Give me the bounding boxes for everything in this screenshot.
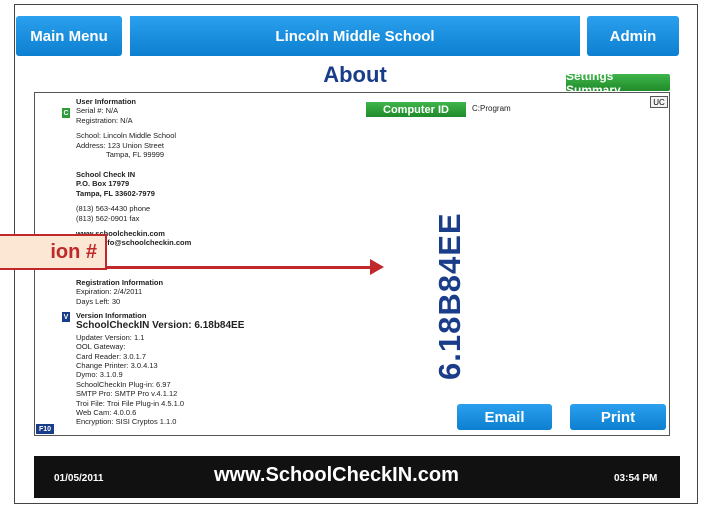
serial-text: Serial #: N/A bbox=[76, 106, 119, 116]
updater-version: Updater Version: 1.1 bbox=[76, 332, 145, 342]
expiration-text: Expiration: 2/4/2011 bbox=[76, 287, 143, 297]
computer-id-value: C:Program bbox=[472, 104, 511, 113]
user-info-icon[interactable]: C bbox=[62, 108, 70, 118]
version-info-heading: Version Information bbox=[76, 311, 147, 320]
registration-text: Registration: N/A bbox=[76, 115, 133, 125]
registration-info-block: Registration Information Expiration: 2/4… bbox=[76, 278, 163, 306]
version-info-icon[interactable]: V bbox=[62, 312, 70, 322]
address-line2: Tampa, FL 99999 bbox=[106, 149, 165, 159]
page-title: About bbox=[323, 62, 387, 87]
smtp-version: SMTP Pro: SMTP Pro v.4.1.12 bbox=[76, 389, 178, 399]
version-info-block: Version Information SchoolCheckIN Versio… bbox=[76, 311, 244, 427]
webcam-version: Web Cam: 4.0.0.6 bbox=[76, 407, 137, 417]
callout-arrow-line bbox=[107, 266, 377, 269]
version-number-large: 6.18B84EE bbox=[432, 212, 467, 380]
footer-date: 01/05/2011 bbox=[54, 473, 104, 484]
days-left-text: Days Left: 30 bbox=[76, 296, 121, 306]
footer-bar: 01/05/2011 www.SchoolCheckIN.com 03:54 P… bbox=[34, 456, 680, 498]
school-text: School: Lincoln Middle School bbox=[76, 131, 177, 141]
email-button[interactable]: Email bbox=[457, 404, 552, 430]
ool-gateway: OOL Gateway: bbox=[76, 342, 126, 352]
callout-arrow-head bbox=[370, 259, 384, 275]
version-callout: ion # bbox=[0, 234, 107, 270]
user-info-block: User Information Serial #: N/A Registrat… bbox=[76, 97, 176, 159]
encryption-version: Encryption: SISI Cryptos 1.1.0 bbox=[76, 417, 177, 427]
company-phone: (813) 563-4430 phone bbox=[76, 204, 151, 214]
company-fax: (813) 562-0901 fax bbox=[76, 213, 140, 223]
footer-time: 03:54 PM bbox=[614, 473, 658, 484]
computer-id-button[interactable]: Computer ID bbox=[366, 102, 466, 117]
address-line1: Address: 123 Union Street bbox=[76, 140, 164, 150]
dymo-version: Dymo: 3.1.0.9 bbox=[76, 370, 123, 380]
company-po: P.O. Box 17979 bbox=[76, 179, 130, 189]
print-button[interactable]: Print bbox=[570, 404, 666, 430]
troi-version: Troi File: Troi File Plug-in 4.5.1.0 bbox=[76, 398, 185, 408]
user-info-heading: User Information bbox=[76, 97, 137, 106]
company-city: Tampa, FL 33602-7979 bbox=[76, 188, 155, 198]
footer-website: www.SchoolCheckIN.com bbox=[214, 464, 459, 486]
plugin-version: SchoolCheckIn Plug-in: 6.97 bbox=[76, 379, 171, 389]
registration-info-heading: Registration Information bbox=[76, 278, 164, 287]
f10-button[interactable]: F10 bbox=[36, 424, 54, 434]
admin-button[interactable]: Admin bbox=[587, 16, 679, 56]
change-printer-version: Change Printer: 3.0.4.13 bbox=[76, 361, 158, 370]
school-title: Lincoln Middle School bbox=[130, 16, 580, 56]
company-name: School Check IN bbox=[76, 170, 136, 179]
schoolcheckin-version: SchoolCheckIN Version: 6.18b84EE bbox=[76, 320, 245, 332]
main-menu-button[interactable]: Main Menu bbox=[16, 16, 122, 56]
uc-button[interactable]: UC bbox=[650, 96, 668, 108]
card-reader-version: Card Reader: 3.0.1.7 bbox=[76, 351, 147, 361]
settings-summary-button[interactable]: Settings Summary bbox=[566, 69, 670, 97]
